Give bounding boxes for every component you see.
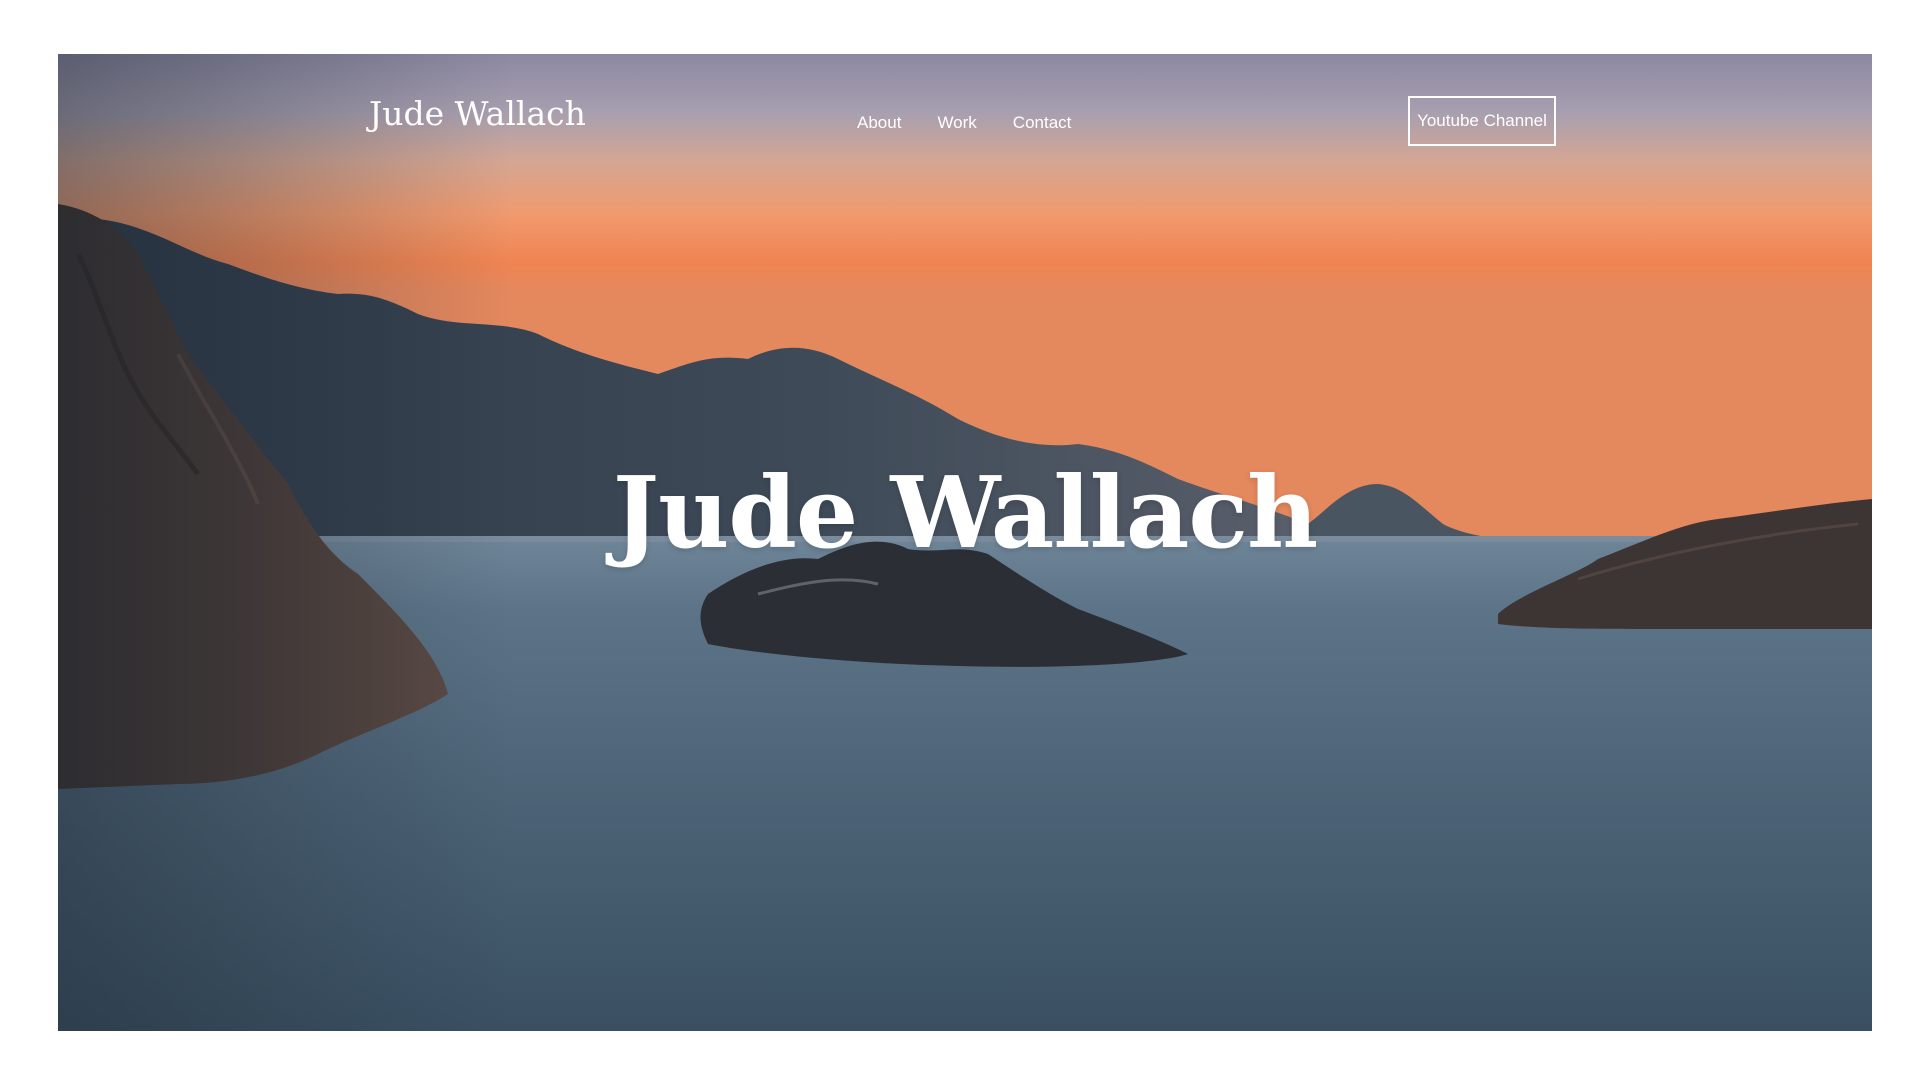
hero-section: Jude Wallach About Work Contact Youtube … xyxy=(58,54,1872,1031)
main-nav: About Work Contact xyxy=(857,113,1071,133)
youtube-channel-button[interactable]: Youtube Channel xyxy=(1408,96,1556,146)
nav-work-link[interactable]: Work xyxy=(937,113,976,133)
nav-contact-link[interactable]: Contact xyxy=(1013,113,1072,133)
page: Jude Wallach About Work Contact Youtube … xyxy=(0,0,1920,1080)
brand-logo[interactable]: Jude Wallach xyxy=(369,94,586,133)
nav-about-link[interactable]: About xyxy=(857,113,901,133)
hero-title: Jude Wallach xyxy=(612,456,1319,571)
site-header: Jude Wallach About Work Contact Youtube … xyxy=(58,54,1872,204)
